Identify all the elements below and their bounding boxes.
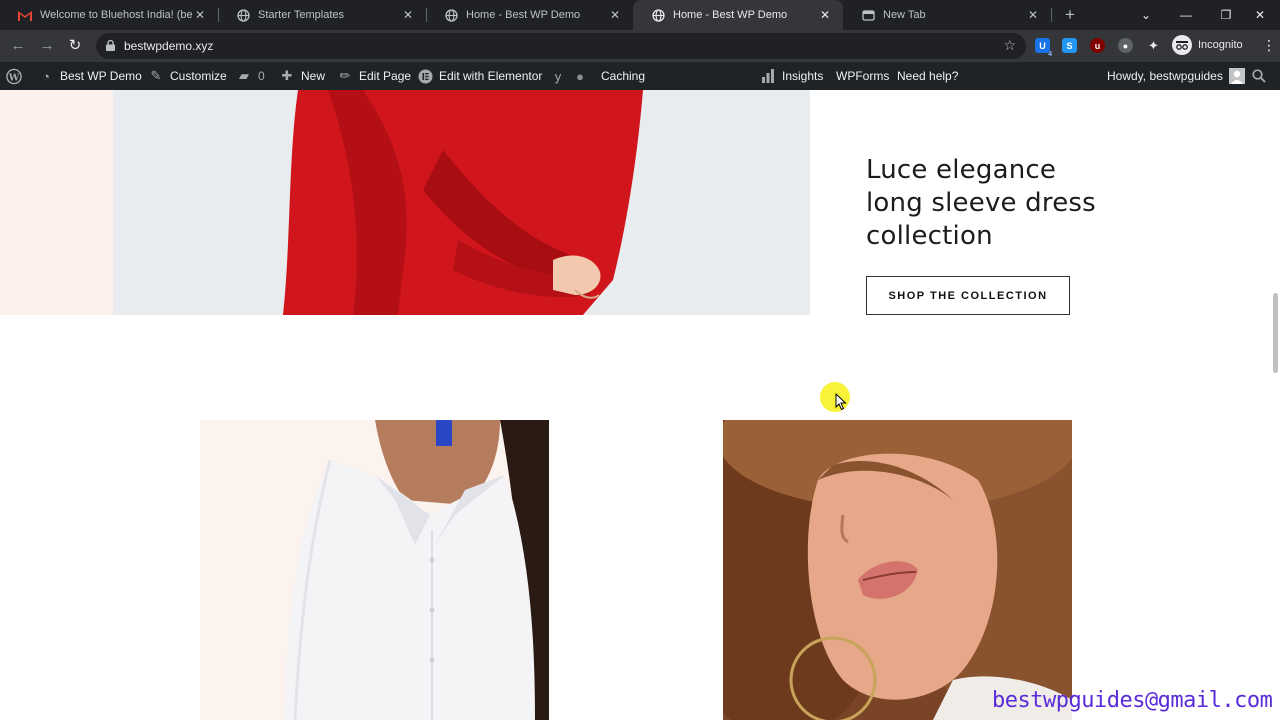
edit-with-elementor-link[interactable]: Edit with Elementor bbox=[417, 62, 542, 90]
close-icon[interactable]: ✕ bbox=[1025, 8, 1041, 22]
hero-accent-panel bbox=[0, 90, 113, 315]
browser-toolbar: ← → ↻ bestwpdemo.xyz ☆ 4U S u ● ✦ Incogn… bbox=[0, 30, 1280, 62]
globe-icon bbox=[651, 8, 665, 22]
comment-icon: ▰ bbox=[239, 68, 249, 83]
pencil-icon: ✏ bbox=[339, 68, 351, 83]
extension-s-icon[interactable]: S bbox=[1062, 38, 1077, 53]
close-icon[interactable]: ✕ bbox=[817, 8, 833, 22]
page-content: Luce elegance long sleeve dress collecti… bbox=[0, 90, 1280, 720]
extension-icon[interactable]: 4U bbox=[1035, 38, 1052, 58]
product-card-white-shirt[interactable] bbox=[200, 420, 549, 720]
lock-icon bbox=[106, 40, 115, 51]
back-icon[interactable]: ← bbox=[8, 36, 28, 56]
url-text: bestwpdemo.xyz bbox=[124, 39, 214, 53]
tab-search-icon[interactable]: ⌄ bbox=[1126, 0, 1166, 30]
search-icon bbox=[1251, 68, 1267, 84]
site-name-menu[interactable]: ◔ Best WP Demo bbox=[38, 62, 142, 90]
window-close-icon[interactable]: ✕ bbox=[1240, 0, 1280, 30]
puzzle-extensions-icon[interactable]: ✦ bbox=[1146, 38, 1161, 53]
bar-chart-icon bbox=[760, 68, 776, 84]
insights-menu[interactable]: Insights bbox=[760, 62, 823, 90]
address-bar[interactable]: bestwpdemo.xyz ☆ bbox=[96, 33, 1026, 59]
tab-home-best-wp-demo-active[interactable]: Home - Best WP Demo ✕ bbox=[633, 0, 843, 30]
need-help-link[interactable]: Need help? bbox=[897, 62, 958, 90]
close-icon[interactable]: ✕ bbox=[400, 8, 416, 22]
browser-tab-strip: Welcome to Bluehost India! (best ✕ Start… bbox=[0, 0, 1280, 30]
dashboard-icon: ◔ bbox=[42, 68, 50, 84]
ublock-icon[interactable]: u bbox=[1090, 38, 1105, 53]
shop-the-collection-button[interactable]: SHOP THE COLLECTION bbox=[866, 276, 1070, 315]
paintbrush-icon: ✎ bbox=[150, 68, 162, 83]
incognito-icon bbox=[1172, 35, 1192, 55]
hero-image-red-dress bbox=[113, 90, 810, 315]
avatar bbox=[1228, 68, 1245, 84]
caching-menu[interactable]: Caching bbox=[601, 62, 645, 90]
tab-new-tab[interactable]: New Tab ✕ bbox=[843, 0, 1051, 30]
wpforms-menu[interactable]: WPForms bbox=[836, 62, 889, 90]
seo-status-dot-icon: ● bbox=[576, 68, 584, 84]
reload-icon[interactable]: ↻ bbox=[65, 36, 85, 56]
page-scrollbar-thumb[interactable] bbox=[1273, 293, 1278, 373]
mouse-pointer-icon bbox=[835, 393, 847, 411]
forward-icon[interactable]: → bbox=[37, 36, 57, 56]
incognito-indicator[interactable]: Incognito bbox=[1172, 35, 1243, 55]
wp-admin-bar: W ◔ Best WP Demo ✎ Customize ▰ 0 ✚ New ✏… bbox=[0, 62, 1280, 90]
close-icon[interactable]: ✕ bbox=[607, 8, 623, 22]
yoast-menu[interactable]: y ● bbox=[550, 62, 594, 90]
page-scrollbar-track[interactable] bbox=[1270, 90, 1280, 720]
edit-page-link[interactable]: ✏ Edit Page bbox=[337, 62, 412, 90]
more-menu-icon[interactable]: ⋮ bbox=[1262, 37, 1276, 54]
yoast-icon: y bbox=[554, 68, 562, 84]
close-icon[interactable]: ✕ bbox=[192, 8, 208, 22]
globe-icon bbox=[236, 8, 250, 22]
tab-home-best-wp-demo[interactable]: Home - Best WP Demo ✕ bbox=[426, 0, 633, 30]
wordpress-icon: W bbox=[6, 68, 22, 84]
product-card-curly-hair[interactable] bbox=[723, 420, 1072, 720]
bookmark-star-icon[interactable]: ☆ bbox=[1003, 37, 1016, 54]
gmail-icon bbox=[18, 8, 32, 22]
my-account-menu[interactable]: Howdy, bestwpguides bbox=[1107, 62, 1245, 90]
tab-bluehost[interactable]: Welcome to Bluehost India! (best ✕ bbox=[0, 0, 218, 30]
plus-icon: ✚ bbox=[281, 68, 293, 83]
customize-link[interactable]: ✎ Customize bbox=[148, 62, 227, 90]
newtab-icon bbox=[861, 8, 875, 22]
extension-eye-icon[interactable]: ● bbox=[1118, 38, 1133, 53]
hero-title: Luce elegance long sleeve dress collecti… bbox=[866, 155, 1096, 251]
comments-link[interactable]: ▰ 0 bbox=[236, 62, 265, 90]
new-content-menu[interactable]: ✚ New bbox=[279, 62, 325, 90]
email-watermark: bestwpguides@gmail.com bbox=[992, 688, 1273, 713]
new-tab-button[interactable]: + bbox=[1061, 5, 1079, 25]
admin-search-button[interactable] bbox=[1251, 62, 1273, 90]
minimize-icon[interactable]: — bbox=[1166, 0, 1206, 30]
elementor-icon bbox=[417, 68, 433, 84]
wordpress-logo-button[interactable]: W bbox=[6, 62, 28, 90]
globe-icon bbox=[444, 8, 458, 22]
svg-text:W: W bbox=[8, 72, 20, 83]
tab-starter-templates[interactable]: Starter Templates ✕ bbox=[218, 0, 426, 30]
